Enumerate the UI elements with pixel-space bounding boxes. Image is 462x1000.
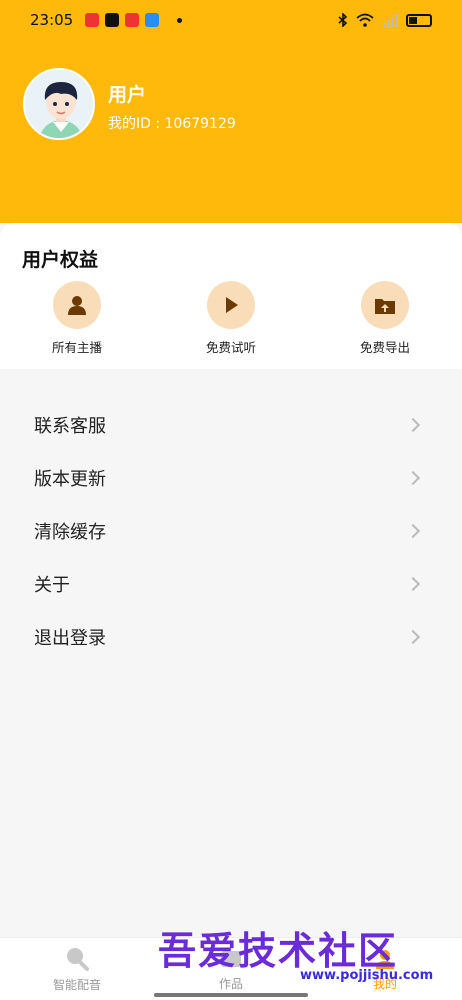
works-icon — [221, 950, 241, 967]
menu-item-label: 版本更新 — [34, 468, 106, 490]
signal-icon — [383, 14, 398, 27]
benefit-all-anchors[interactable]: 所有主播 — [32, 281, 122, 356]
chevron-right-icon — [405, 576, 421, 591]
microphone-icon — [67, 947, 89, 971]
play-icon — [207, 281, 255, 329]
user-name: 用户 — [108, 84, 147, 106]
news-app-icon — [85, 13, 100, 27]
menu-item-version-update[interactable]: 版本更新 — [0, 451, 462, 504]
news-app-icon-2 — [125, 13, 140, 27]
tab-works[interactable]: 作品 — [154, 938, 308, 1000]
chevron-right-icon — [405, 629, 421, 644]
benefit-label: 所有主播 — [51, 340, 102, 355]
tab-label: 智能配音 — [52, 977, 101, 992]
menu-item-label: 退出登录 — [34, 627, 106, 649]
bottom-tab-bar: 智能配音 作品 我的 — [0, 937, 462, 1000]
menu-item-logout[interactable]: 退出登录 — [0, 610, 462, 663]
tab-smart-dubbing[interactable]: 智能配音 — [0, 938, 154, 1000]
tiktok-app-icon — [105, 13, 120, 27]
profile-icon — [376, 949, 394, 969]
benefit-label: 免费导出 — [359, 340, 410, 355]
battery-icon — [406, 13, 432, 27]
chevron-right-icon — [405, 523, 421, 538]
tab-mine[interactable]: 我的 — [308, 938, 462, 1000]
menu-item-label: 清除缓存 — [34, 521, 106, 543]
benefit-free-trial[interactable]: 免费试听 — [186, 281, 276, 356]
benefit-label: 免费试听 — [205, 340, 256, 355]
app-icon-blue — [145, 13, 160, 27]
tab-label: 作品 — [218, 976, 243, 991]
benefit-free-export[interactable]: 免费导出 — [340, 281, 430, 356]
menu-item-contact-support[interactable]: 联系客服 — [0, 398, 462, 451]
profile-header: 用户 我的ID : 10679129 — [0, 40, 462, 223]
benefits-title: 用户权益 — [22, 249, 99, 271]
chevron-right-icon — [405, 417, 421, 432]
menu-item-clear-cache[interactable]: 清除缓存 — [0, 504, 462, 557]
person-icon — [53, 281, 101, 329]
status-left: 23:05 — [30, 11, 183, 29]
user-id: 我的ID : 10679129 — [108, 116, 236, 132]
user-avatar-icon — [25, 70, 93, 138]
status-time: 23:05 — [30, 11, 74, 29]
benefits-card: 用户权益 所有主播 免费试听 免费导出 — [0, 223, 462, 369]
export-icon — [361, 281, 409, 329]
home-indicator[interactable] — [154, 993, 308, 997]
status-bar: 23:05 — [0, 0, 462, 40]
menu-item-label: 联系客服 — [34, 415, 106, 437]
settings-menu: 联系客服 版本更新 清除缓存 关于 退出登录 — [0, 398, 462, 663]
menu-item-about[interactable]: 关于 — [0, 557, 462, 610]
notification-dot-icon — [177, 17, 183, 23]
menu-item-label: 关于 — [34, 574, 70, 596]
status-right — [338, 13, 432, 27]
chevron-right-icon — [405, 470, 421, 485]
avatar[interactable] — [23, 68, 95, 140]
wifi-icon — [356, 13, 374, 27]
tab-label: 我的 — [372, 976, 397, 991]
bluetooth-icon — [338, 13, 348, 27]
